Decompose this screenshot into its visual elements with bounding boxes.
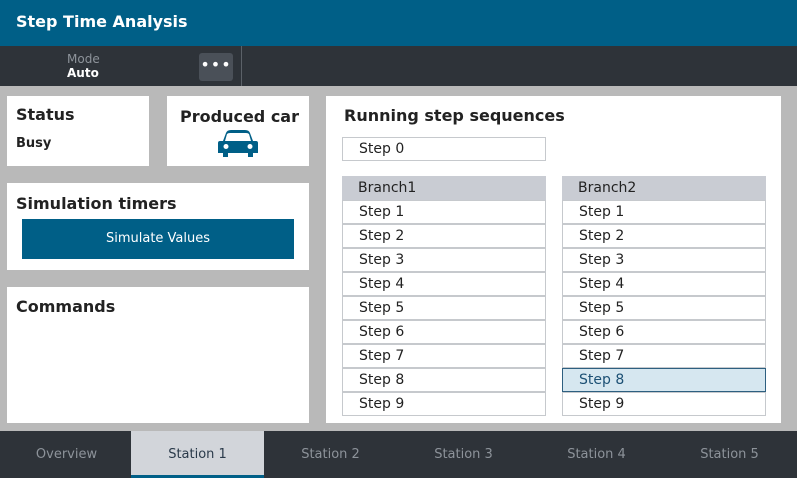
mode-bar: Mode Auto ••• [0,46,797,86]
commands-title: Commands [16,297,116,316]
step-sequences-title: Running step sequences [344,106,565,125]
branch2-step-selected[interactable]: Step 8 [562,368,766,392]
simulation-timers-panel: Simulation timers Simulate Values [7,183,309,270]
branch2-step[interactable]: Step 3 [562,248,766,272]
branch1-step[interactable]: Step 5 [342,296,546,320]
branch1-step[interactable]: Step 8 [342,368,546,392]
branch1-header: Branch1 [342,176,546,200]
branch2-header: Branch2 [562,176,766,200]
commands-panel: Commands [7,287,309,423]
mode-label: Mode [67,52,100,66]
step-0-cell[interactable]: Step 0 [342,137,546,161]
tab-station-1[interactable]: Station 1 [131,431,264,478]
mode-value: Auto [67,66,99,80]
app-title: Step Time Analysis [16,12,188,31]
step-sequences-panel: Running step sequences Step 0 Branch1 St… [326,96,781,423]
branch1-step[interactable]: Step 4 [342,272,546,296]
station-tab-bar: Overview Station 1 Station 2 Station 3 S… [0,431,797,478]
branch1-step[interactable]: Step 1 [342,200,546,224]
tab-station-4[interactable]: Station 4 [530,431,663,478]
more-options-button[interactable]: ••• [199,53,233,81]
title-bar: Step Time Analysis [0,0,797,46]
branch2-step[interactable]: Step 2 [562,224,766,248]
simulation-timers-title: Simulation timers [16,194,177,213]
status-value: Busy [16,136,52,151]
branch2-step[interactable]: Step 9 [562,392,766,416]
status-title: Status [16,105,75,124]
branch1-step[interactable]: Step 9 [342,392,546,416]
branch2-step[interactable]: Step 5 [562,296,766,320]
tab-station-5[interactable]: Station 5 [663,431,796,478]
tab-overview[interactable]: Overview [0,431,133,478]
branch1-step[interactable]: Step 2 [342,224,546,248]
produced-car-title: Produced car [180,107,299,126]
branch1-step[interactable]: Step 7 [342,344,546,368]
branch2-step[interactable]: Step 1 [562,200,766,224]
branch1-step[interactable]: Step 3 [342,248,546,272]
toolbar-divider [241,46,242,86]
branch2-step[interactable]: Step 7 [562,344,766,368]
tab-station-2[interactable]: Station 2 [264,431,397,478]
tab-station-3[interactable]: Station 3 [397,431,530,478]
status-panel: Status Busy [7,96,149,166]
branch2-step[interactable]: Step 6 [562,320,766,344]
produced-car-panel: Produced car [167,96,309,166]
car-icon [218,130,258,157]
branch1-step[interactable]: Step 6 [342,320,546,344]
simulate-values-button[interactable]: Simulate Values [22,219,294,259]
branch2-step[interactable]: Step 4 [562,272,766,296]
